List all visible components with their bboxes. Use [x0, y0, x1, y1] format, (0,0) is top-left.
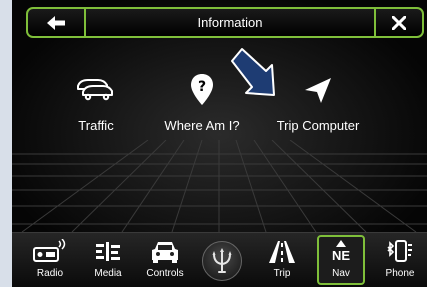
media-equalizer-icon [96, 242, 120, 261]
radio-icon [33, 239, 66, 262]
nav-phone[interactable]: Phone [378, 235, 422, 285]
app-traffic-label: Traffic [78, 118, 114, 133]
car-controls-icon [152, 242, 178, 263]
svg-text:?: ? [198, 79, 206, 95]
bluetooth-phone-icon [387, 240, 412, 262]
nav-trip-label: Trip [273, 268, 291, 279]
app-traffic[interactable]: Traffic [54, 72, 138, 142]
nav-media[interactable]: Media [86, 235, 130, 285]
trident-logo-icon [212, 248, 232, 273]
bottom-nav-bar: Radio Media Controls Trip NE Nav Phone [12, 232, 427, 287]
location-pin-question-icon: ? [191, 74, 213, 105]
app-where-am-i-label: Where Am I? [164, 118, 240, 133]
home-logo-button[interactable] [202, 241, 242, 281]
back-arrow-icon [47, 15, 65, 30]
nav-controls[interactable]: Controls [138, 235, 192, 285]
back-button[interactable] [28, 9, 84, 36]
navigation-arrow-icon [305, 78, 331, 103]
nav-media-label: Media [94, 268, 122, 279]
compass-heading: NE [331, 248, 351, 263]
road-icon [269, 241, 295, 263]
nav-phone-label: Phone [385, 268, 415, 279]
close-icon [392, 15, 406, 30]
nav-trip[interactable]: Trip [260, 235, 304, 285]
title-bar: Information [26, 7, 424, 38]
nav-radio[interactable]: Radio [28, 235, 72, 285]
traffic-cars-icon [77, 79, 113, 101]
nav-controls-label: Controls [146, 268, 184, 279]
close-button[interactable] [376, 9, 422, 36]
app-trip-computer-label: Trip Computer [276, 118, 360, 133]
nav-nav[interactable]: NE Nav [317, 235, 365, 285]
callout-arrow-icon [231, 48, 275, 96]
compass-icon: NE [326, 240, 356, 266]
page-title: Information [197, 15, 263, 30]
nav-nav-label: Nav [332, 268, 350, 279]
infotainment-screen: Information Traffic ? Where Am I? Trip C… [12, 0, 427, 287]
perspective-floor [12, 140, 427, 232]
screen-bezel [0, 0, 12, 287]
nav-radio-label: Radio [36, 268, 64, 279]
